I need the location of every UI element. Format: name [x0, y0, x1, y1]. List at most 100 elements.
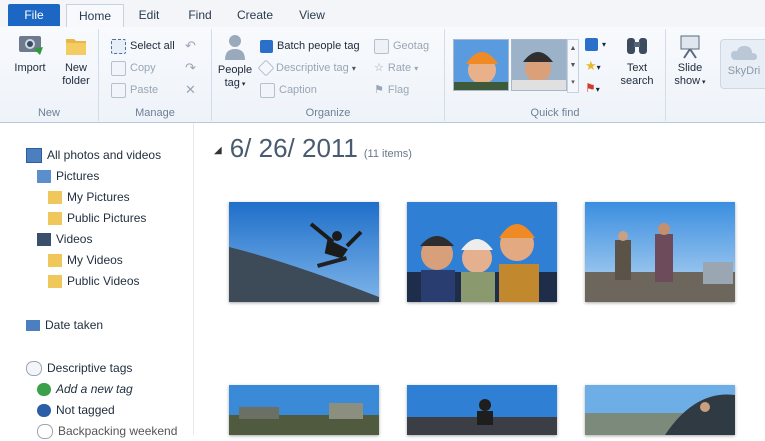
- batch-tag-icon: [260, 39, 273, 53]
- rotate-left-icon[interactable]: ↶: [185, 37, 196, 55]
- nav-not-tagged[interactable]: Not tagged: [37, 400, 115, 420]
- batch-people-tag-label: Batch people tag: [277, 40, 360, 52]
- group-label-manage: Manage: [135, 107, 175, 119]
- tab-edit[interactable]: Edit: [130, 4, 168, 26]
- quick-find-person-thumbnail[interactable]: [511, 39, 567, 91]
- caption-button[interactable]: Caption: [260, 81, 317, 99]
- nav-public-pictures[interactable]: Public Pictures: [48, 208, 146, 228]
- copy-button[interactable]: Copy: [111, 59, 156, 77]
- select-all-button[interactable]: Select all: [111, 37, 175, 55]
- nav-date-taken[interactable]: Date taken: [26, 315, 103, 335]
- descriptive-tag-button[interactable]: Descriptive tag ▾: [257, 59, 356, 77]
- new-folder-label-1: New: [64, 62, 87, 74]
- add-tag-icon: [37, 383, 51, 397]
- people-tag-label-2: tag: [224, 77, 240, 89]
- nav-add-new-tag[interactable]: Add a new tag: [37, 379, 133, 399]
- pictures-library-icon: [37, 170, 51, 184]
- select-all-label: Select all: [130, 40, 175, 52]
- nav-date-taken-label: Date taken: [45, 318, 104, 332]
- tab-find[interactable]: Find: [180, 4, 220, 26]
- photos-icon: [26, 148, 42, 164]
- geotag-button[interactable]: Geotag: [374, 37, 429, 55]
- tag-icon: [26, 361, 42, 377]
- copy-label: Copy: [130, 62, 156, 74]
- photo-thumbnail[interactable]: [585, 385, 735, 435]
- date-group-count: (11 items): [363, 148, 412, 160]
- nav-pictures[interactable]: Pictures: [37, 166, 99, 186]
- import-button[interactable]: Import: [10, 33, 50, 75]
- date-group-title: 6/ 26/ 2011: [229, 133, 358, 163]
- tab-create[interactable]: Create: [232, 4, 278, 26]
- folder-icon: [48, 275, 62, 289]
- rate-button[interactable]: ☆ Rate ▾: [374, 59, 418, 77]
- star-icon: ☆: [374, 62, 384, 74]
- skydrive-button[interactable]: SkyDri: [720, 39, 765, 89]
- tab-home[interactable]: Home: [66, 4, 124, 28]
- group-label-organize: Organize: [305, 107, 351, 119]
- flag-button[interactable]: ⚑ Flag: [374, 81, 409, 99]
- photo-thumbnail[interactable]: [229, 202, 379, 302]
- new-folder-label-2: folder: [62, 75, 90, 87]
- photo-thumbnail[interactable]: [407, 202, 557, 302]
- people-tag-button[interactable]: People tag ▾: [214, 33, 256, 91]
- nav-my-videos[interactable]: My Videos: [48, 250, 123, 270]
- nav-public-pictures-label: Public Pictures: [67, 211, 147, 225]
- nav-descriptive-tags-label: Descriptive tags: [47, 361, 133, 375]
- person-icon: [225, 35, 245, 60]
- tab-view[interactable]: View: [292, 4, 332, 26]
- folder-icon: [66, 39, 86, 55]
- date-group-header[interactable]: ◢ 6/ 26/ 2011 (11 items): [214, 133, 412, 164]
- nav-descriptive-tags[interactable]: Descriptive tags: [26, 358, 132, 378]
- group-manage: Select all Copy Paste ↶ ↷ ✕ Manage: [99, 29, 212, 121]
- calendar-icon: [585, 37, 598, 51]
- flag-icon: ⚑: [585, 81, 596, 95]
- nav-videos[interactable]: Videos: [37, 229, 92, 249]
- group-label-quick-find: Quick find: [530, 107, 580, 119]
- photo-thumbnail[interactable]: [229, 385, 379, 435]
- skydrive-label: SkyDri: [727, 65, 761, 77]
- nav-all-photos[interactable]: All photos and videos: [26, 145, 161, 165]
- tag-icon: [257, 59, 275, 77]
- nav-my-pictures-label: My Pictures: [67, 190, 130, 204]
- slide-show-button[interactable]: Slide show ▾: [668, 33, 712, 89]
- not-tagged-icon: [37, 404, 51, 418]
- ribbon-tab-bar: File Home Edit Find Create View: [0, 0, 765, 28]
- nav-tag-partial[interactable]: Backpacking weekend: [37, 421, 177, 441]
- batch-people-tag-button[interactable]: Batch people tag: [260, 37, 360, 55]
- rotate-right-icon[interactable]: ↷: [185, 59, 196, 77]
- delete-icon[interactable]: ✕: [185, 81, 196, 99]
- nav-public-videos[interactable]: Public Videos: [48, 271, 140, 291]
- nav-add-new-tag-label: Add a new tag: [56, 382, 133, 396]
- ribbon: Import New folder New Select all Copy Pa…: [0, 27, 765, 123]
- text-search-button[interactable]: Text search: [615, 33, 659, 88]
- collapse-arrow-icon[interactable]: ◢: [214, 145, 222, 156]
- calendar-view-button[interactable]: ▾: [585, 35, 606, 53]
- folder-icon: [48, 254, 62, 268]
- binoculars-icon: [627, 38, 647, 54]
- folder-icon: [48, 212, 62, 226]
- photo-thumbnail[interactable]: [407, 385, 557, 435]
- tab-file[interactable]: File: [8, 4, 60, 26]
- flag-filter-button[interactable]: ⚑▾: [585, 79, 600, 97]
- slideshow-icon: [680, 35, 700, 59]
- quick-find-scroll[interactable]: ▲ ▼ ▾: [567, 39, 579, 93]
- nav-videos-label: Videos: [56, 232, 93, 246]
- geotag-label: Geotag: [393, 40, 430, 52]
- paste-label: Paste: [130, 84, 159, 96]
- new-folder-button[interactable]: New folder: [56, 33, 96, 88]
- quick-find-person-thumbnail[interactable]: [453, 39, 509, 91]
- cloud-icon: [731, 45, 757, 60]
- text-search-label-1: Text: [626, 62, 648, 74]
- group-new: Import New folder New: [0, 29, 99, 121]
- text-search-label-2: search: [620, 75, 654, 87]
- nav-my-pictures[interactable]: My Pictures: [48, 187, 130, 207]
- nav-tag-partial-label: Backpacking weekend: [58, 424, 178, 438]
- group-organize: People tag ▾ Batch people tag Descriptiv…: [212, 29, 445, 121]
- flag-icon: ⚑: [374, 84, 384, 96]
- nav-all-photos-label: All photos and videos: [47, 148, 162, 162]
- photo-thumbnail[interactable]: [585, 202, 735, 302]
- rating-filter-button[interactable]: ★▾: [585, 57, 601, 75]
- flag-label: Flag: [387, 84, 410, 96]
- videos-library-icon: [37, 233, 51, 247]
- paste-button[interactable]: Paste: [111, 81, 158, 99]
